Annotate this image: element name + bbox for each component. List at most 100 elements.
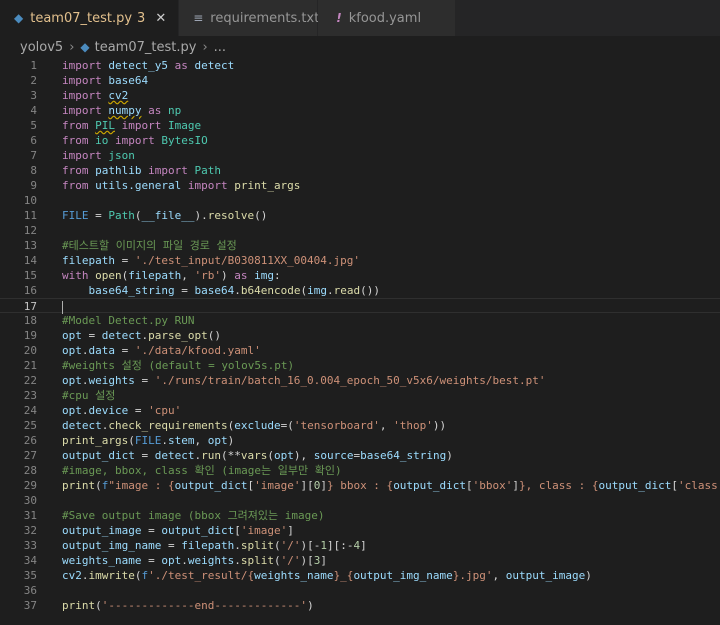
code-token: ) (307, 599, 314, 612)
code-line[interactable]: 37 print('-------------end-------------') (0, 598, 720, 613)
code-line[interactable]: 4 import numpy as np (0, 103, 720, 118)
code-token: output_img_name (62, 539, 162, 552)
code-line[interactable]: 5 from PIL import Image (0, 118, 720, 133)
code-line[interactable]: 13 #테스트할 이미지의 파일 경로 설정 (0, 238, 720, 253)
code-text: print(f"image : {output_dict['image'][0]… (62, 478, 720, 493)
code-line[interactable]: 21 #weights 설정 (default = yolov5s.pt) (0, 358, 720, 373)
code-token: 'rb' (194, 269, 221, 282)
code-token: = (128, 404, 149, 417)
code-editor[interactable]: 1 import detect_y5 as detect 2 import base6… (0, 58, 720, 625)
code-line[interactable]: 8 from pathlib import Path (0, 163, 720, 178)
code-token: , (492, 569, 506, 582)
code-token: ) (220, 269, 235, 282)
code-token: opt (273, 449, 294, 462)
code-token: base64_string (360, 449, 447, 462)
code-token: io (95, 134, 115, 147)
code-text: base64_string = base64.b64encode(img.rea… (62, 283, 379, 298)
code-line[interactable]: 30 (0, 493, 720, 508)
code-token: output_image (62, 524, 142, 537)
code-token: ). (194, 209, 208, 222)
code-line[interactable]: 10 (0, 193, 720, 208)
code-text: #Save output image (bbox 그려져있는 image) (62, 508, 325, 523)
code-text: import json (62, 148, 135, 163)
code-line[interactable]: 24 opt.device = 'cpu' (0, 403, 720, 418)
code-line[interactable]: 1 import detect_y5 as detect (0, 58, 720, 73)
code-token: PIL (95, 119, 115, 132)
code-line[interactable]: 26 print_args(FILE.stem, opt) (0, 433, 720, 448)
code-text: output_img_name = filepath.split('/')[-1… (62, 538, 367, 553)
code-line[interactable]: 29 print(f"image : {output_dict['image'][… (0, 478, 720, 493)
code-line[interactable]: 18 #Model Detect.py RUN (0, 313, 720, 328)
code-token: detect (101, 329, 142, 342)
code-token: b64encode (240, 284, 301, 297)
code-token: parse_opt (148, 329, 208, 342)
code-token: '/' (280, 539, 301, 552)
code-token: with (62, 269, 96, 282)
code-token: output_dict (598, 479, 672, 492)
code-token: . (81, 344, 89, 357)
tab-kfood-yaml[interactable]: ! kfood.yaml (318, 0, 457, 36)
code-token: resolve (207, 209, 255, 222)
tab-requirements[interactable]: ≡ requirements.txt (179, 0, 319, 36)
code-line[interactable]: 33 output_img_name = filepath.split('/')[… (0, 538, 720, 553)
code-token: './data/kfood.yaml' (134, 344, 261, 357)
code-line[interactable]: 16 base64_string = base64.b64encode(img.… (0, 283, 720, 298)
code-token: =( (280, 419, 294, 432)
code-token: ) (227, 434, 235, 447)
code-token: detect (154, 449, 195, 462)
code-line[interactable]: 34 weights_name = opt.weights.split('/')[… (0, 553, 720, 568)
code-line[interactable]: 14 filepath = './test_input/B030811XX_004… (0, 253, 720, 268)
code-token: '/' (280, 554, 301, 567)
code-line[interactable]: 36 (0, 583, 720, 598)
code-line[interactable]: 28 #image, bbox, class 확인 (image는 일부만 확인) (0, 463, 720, 478)
code-line[interactable]: 22 opt.weights = './runs/train/batch_16_0… (0, 373, 720, 388)
code-text: output_dict = detect.run(**vars(opt), so… (62, 448, 453, 463)
line-number: 12 (23, 224, 37, 237)
code-line[interactable]: 7 import json (0, 148, 720, 163)
code-token: open (95, 269, 122, 282)
line-number: 33 (23, 539, 37, 552)
line-number: 24 (23, 404, 37, 417)
code-line[interactable]: 17 (0, 298, 720, 314)
code-token: from (62, 164, 96, 177)
code-token: filepath (128, 269, 182, 282)
code-token: 'class' (678, 479, 720, 492)
code-line[interactable]: 35 cv2.imwrite(f'./test_result/{weights_n… (0, 568, 720, 583)
breadcrumb-folder[interactable]: yolov5 (20, 40, 63, 55)
line-number: 34 (23, 554, 37, 567)
code-token: #cpu 설정 (62, 389, 116, 402)
code-line[interactable]: 6 from io import BytesIO (0, 133, 720, 148)
code-text: from pathlib import Path (62, 163, 221, 178)
code-line[interactable]: 31 #Save output image (bbox 그려져있는 image) (0, 508, 720, 523)
code-line[interactable]: 15 with open(filepath, 'rb') as img: (0, 268, 720, 283)
code-token: }_{ (333, 569, 354, 582)
code-line[interactable]: 25 detect.check_requirements(exclude=('te… (0, 418, 720, 433)
code-line[interactable]: 3 import cv2 (0, 88, 720, 103)
code-token: = (81, 329, 102, 342)
code-line[interactable]: 2 import base64 (0, 73, 720, 88)
code-line[interactable]: 20 opt.data = './data/kfood.yaml' (0, 343, 720, 358)
breadcrumb-more[interactable]: ... (214, 40, 226, 55)
code-line[interactable]: 19 opt = detect.parse_opt() (0, 328, 720, 343)
code-line[interactable]: 11 FILE = Path(__file__).resolve() (0, 208, 720, 223)
code-line[interactable]: 12 (0, 223, 720, 238)
code-token: ] (320, 554, 327, 567)
code-line[interactable]: 27 output_dict = detect.run(**vars(opt), … (0, 448, 720, 463)
tab-team07-test[interactable]: ◆ team07_test.py 3 ✕ (0, 0, 180, 36)
code-token: './test_input/B030811XX_00404.jpg' (134, 254, 361, 267)
code-token: detect_y5 (108, 59, 175, 72)
code-token: np (167, 104, 182, 117)
code-token: #image, bbox, class 확인 (image는 일부만 확인) (62, 464, 342, 477)
code-line[interactable]: 23 #cpu 설정 (0, 388, 720, 403)
code-token: 'image' (240, 524, 288, 537)
code-line[interactable]: 32 output_image = output_dict['image'] (0, 523, 720, 538)
close-icon[interactable]: ✕ (155, 11, 166, 26)
code-line[interactable]: 9 from utils.general import print_args (0, 178, 720, 193)
python-icon: ◆ (80, 40, 90, 54)
code-token: . (81, 374, 89, 387)
line-number: 6 (30, 134, 37, 147)
code-text: with open(filepath, 'rb') as img: (62, 268, 281, 283)
breadcrumb-file[interactable]: team07_test.py (95, 40, 197, 55)
code-token: FILE (62, 209, 89, 222)
code-token: () (207, 329, 221, 342)
